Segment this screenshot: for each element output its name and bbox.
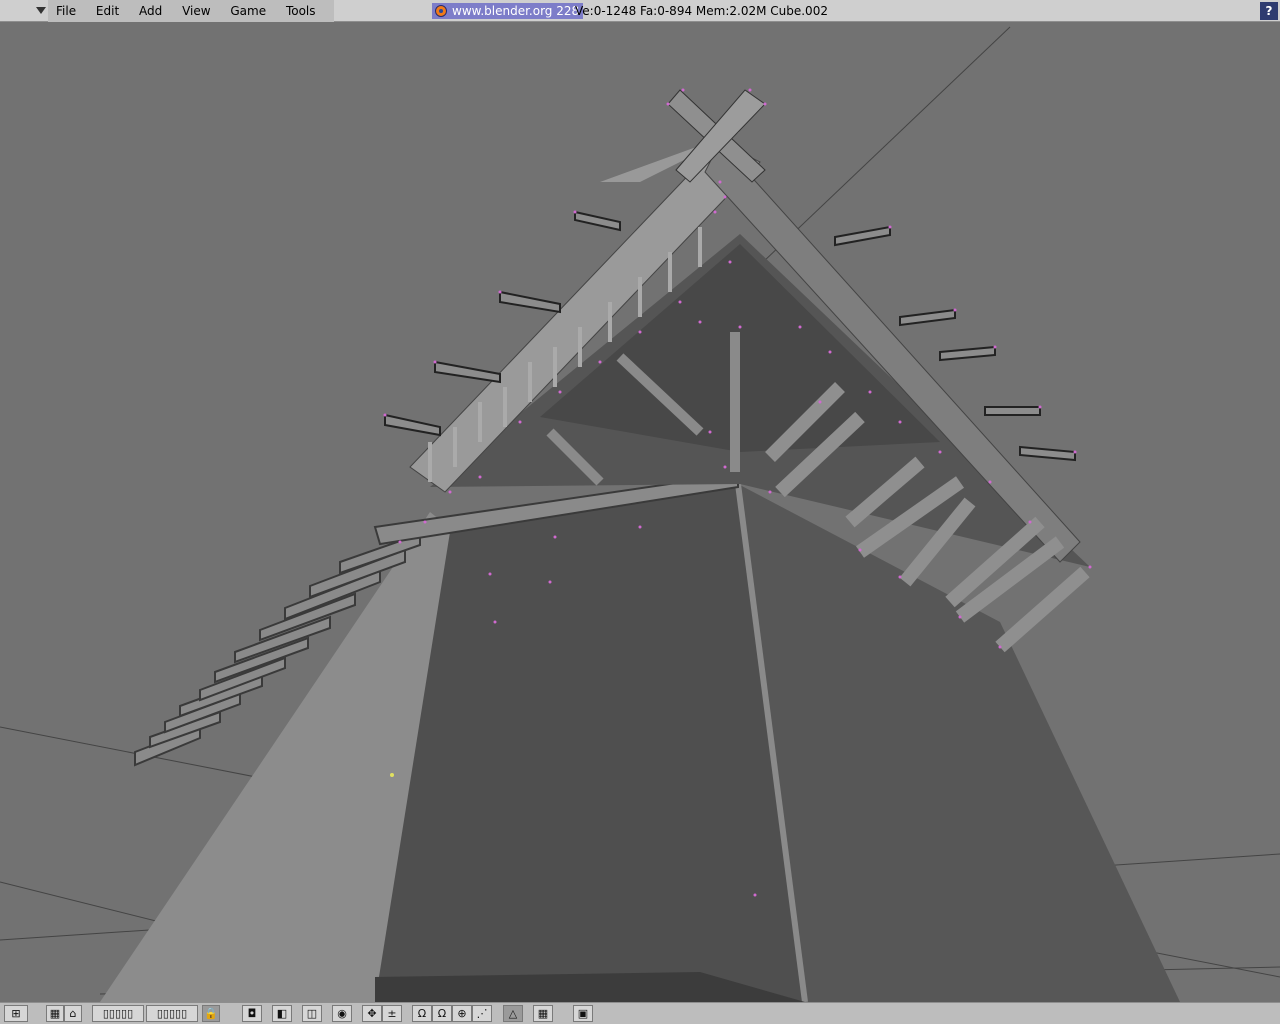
brand-text: www.blender.org 228 [452, 4, 580, 18]
layer-buttons[interactable]: ▯▯▯▯▯ [92, 1005, 144, 1022]
menu-view[interactable]: View [174, 0, 218, 22]
3d-cursor [390, 773, 394, 777]
view-type-icon[interactable]: ⊞ [4, 1005, 28, 1022]
snap-icon[interactable]: ⊕ [452, 1005, 472, 1022]
mode-icon[interactable]: ◫ [302, 1005, 322, 1022]
triangle-icon[interactable]: △ [503, 1005, 523, 1022]
menu-tools[interactable]: Tools [278, 0, 324, 22]
top-header: File Edit Add View Game Tools www.blende… [0, 0, 1280, 22]
3d-viewport[interactable] [0, 22, 1280, 1002]
blender-link[interactable]: www.blender.org 228 [432, 3, 584, 19]
scene-stats: Ve:0-1248 Fa:0-894 Mem:2.02M Cube.002 [575, 4, 828, 18]
manipulator-scale-icon[interactable]: ± [382, 1005, 402, 1022]
menu-game[interactable]: Game [222, 0, 274, 22]
menu-add[interactable]: Add [131, 0, 170, 22]
render-icon[interactable]: ▣ [573, 1005, 593, 1022]
menu-edit[interactable]: Edit [88, 0, 127, 22]
viewport-header: ⊞ ▦ ⌂ ▯▯▯▯▯ ▯▯▯▯▯ 🔒 ◘ ◧ ◫ ◉ ✥ ± Ω Ω ⊕ ⋰ … [0, 1002, 1280, 1024]
manipulator-translate-icon[interactable]: ✥ [362, 1005, 382, 1022]
pivot-icon[interactable]: ◘ [242, 1005, 262, 1022]
proportional-icon[interactable]: ⋰ [472, 1005, 492, 1022]
lock-icon[interactable]: 🔒 [202, 1005, 220, 1022]
rotate-icon[interactable]: Ω [412, 1005, 432, 1022]
blender-logo-icon [435, 5, 447, 17]
draw-type-icon[interactable]: ◧ [272, 1005, 292, 1022]
help-icon[interactable]: ? [1260, 2, 1278, 20]
header-collapse-icon[interactable] [36, 7, 46, 14]
home-icon[interactable]: ⌂ [64, 1005, 82, 1022]
layer-buttons-2[interactable]: ▯▯▯▯▯ [146, 1005, 198, 1022]
main-menu: File Edit Add View Game Tools [48, 0, 334, 22]
grid-layers-icon[interactable]: ▦ [46, 1005, 64, 1022]
shading-icon[interactable]: ◉ [332, 1005, 352, 1022]
grid-icon[interactable]: ▦ [533, 1005, 553, 1022]
rotate-2-icon[interactable]: Ω [432, 1005, 452, 1022]
menu-file[interactable]: File [48, 0, 84, 22]
